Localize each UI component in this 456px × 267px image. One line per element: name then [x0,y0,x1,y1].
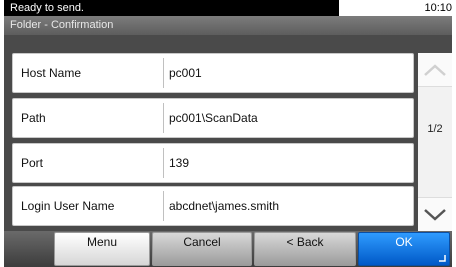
field-row-port[interactable]: Port 139 [12,143,414,183]
field-label: Path [21,111,46,125]
field-value: 139 [169,156,190,170]
screen-title: Folder - Confirmation [4,16,452,35]
field-divider [163,103,164,133]
field-row-login-user-name[interactable]: Login User Name abcdnet\james.smith [12,186,414,226]
field-label: Port [21,156,44,170]
back-button[interactable]: < Back [254,232,356,266]
field-divider [163,58,164,88]
scroll-down-button[interactable] [418,197,452,231]
field-row-path[interactable]: Path pc001\ScanData [12,98,414,138]
chevron-up-icon [424,63,446,76]
chevron-down-icon [424,208,446,221]
field-row-host-name[interactable]: Host Name pc001 [12,53,414,93]
field-label: Host Name [21,66,82,80]
menu-button[interactable]: Menu [54,232,150,266]
ok-button[interactable]: OK [358,232,450,266]
field-value: pc001\ScanData [169,111,258,125]
cancel-button[interactable]: Cancel [152,232,252,266]
field-value: abcdnet\james.smith [169,199,280,213]
enter-corner-icon [439,255,446,262]
status-time: 10:10 [424,2,452,14]
status-message: Ready to send. [4,0,339,16]
field-divider [163,191,164,221]
ok-button-label: OK [395,235,413,249]
field-value: pc001 [169,66,202,80]
status-bar: Ready to send. 10:10 [0,0,456,16]
confirmation-panel: Host Name pc001 Path pc001\ScanData Port… [4,35,452,231]
field-divider [163,148,164,178]
field-label: Login User Name [21,199,115,213]
page-scroller: 1/2 [418,53,452,231]
scroll-up-button[interactable] [418,53,452,87]
page-indicator: 1/2 [427,123,443,135]
bottom-action-bar: Menu Cancel < Back OK [4,231,452,267]
